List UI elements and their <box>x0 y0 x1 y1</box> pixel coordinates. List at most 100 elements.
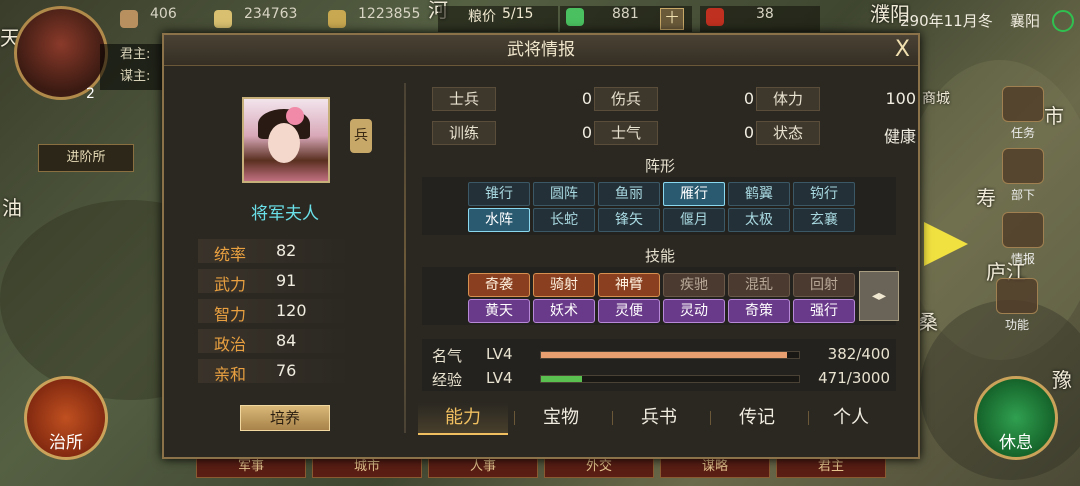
tab-biography[interactable]: 传记 <box>712 403 802 433</box>
fame-row: 名气 LV4 382/400 <box>432 343 902 365</box>
intel-button[interactable]: 情报 <box>998 212 1048 267</box>
tab-treasure[interactable]: 宝物 <box>516 403 606 433</box>
formation-chip[interactable]: 钩行 <box>793 182 855 206</box>
stat-row: 统率 82 <box>198 239 348 264</box>
skill-chip-disabled[interactable]: 混乱 <box>728 273 790 297</box>
skill-chip[interactable]: 强行 <box>793 299 855 323</box>
govern-label: 治所 <box>49 433 83 453</box>
general-info-dialog: 武将情报 X 兵 将军夫人 统率 82 武力 91 智力 120 政治 84 亲和 76 … <box>162 33 920 459</box>
train-button[interactable]: 培养 <box>240 405 330 431</box>
add-jade-button[interactable]: 十 <box>660 8 684 30</box>
attribute-label: 训练 <box>432 121 496 145</box>
resource-value: 1223855 <box>358 6 421 22</box>
formation-chip[interactable]: 鱼丽 <box>598 182 660 206</box>
formation-chip[interactable]: 鹤翼 <box>728 182 790 206</box>
strategist-label: 谋主: <box>120 69 151 84</box>
portrait-flower <box>286 107 304 125</box>
fame-bar-fill <box>541 352 788 358</box>
formation-chip[interactable]: 长蛇 <box>533 208 595 232</box>
exp-value: 471/3000 <box>818 369 890 387</box>
nav-military[interactable]: 军事 <box>196 456 306 478</box>
formation-chip-selected[interactable]: 雁行 <box>663 182 725 206</box>
formation-chip[interactable]: 锥行 <box>468 182 530 206</box>
nav-lord[interactable]: 君主 <box>776 456 886 478</box>
lord-label: 君主: <box>120 47 151 62</box>
stat-value: 76 <box>276 361 297 380</box>
stat-value: 91 <box>276 271 297 290</box>
stat-label: 武力 <box>214 275 247 294</box>
promote-hall-label: 进阶所 <box>66 150 106 165</box>
network-icon <box>1052 10 1074 32</box>
attribute-value: 0 <box>743 123 754 142</box>
grain-sack-icon <box>120 10 138 28</box>
skill-chip[interactable]: 神臂 <box>598 273 660 297</box>
skill-scroll-arrows-icon[interactable]: ◂▸ <box>859 271 899 321</box>
panel-divider <box>404 83 406 433</box>
nav-diplomacy[interactable]: 外交 <box>544 456 654 478</box>
troop-type-badge: 兵 <box>350 119 372 153</box>
promote-hall-button[interactable]: 进阶所 <box>38 144 134 172</box>
skills-title: 技能 <box>644 247 675 265</box>
attribute-stamina: 体力 100 <box>756 87 916 111</box>
formation-chip[interactable]: 太极 <box>728 208 790 232</box>
formation-chip[interactable]: 偃月 <box>663 208 725 232</box>
current-city: 襄阳 <box>1010 12 1041 30</box>
fame-value: 382/400 <box>827 345 890 363</box>
resource-value: 406 <box>150 6 177 22</box>
formation-chip-selected[interactable]: 水阵 <box>468 208 530 232</box>
lord-info-box: 君主: 谋主: <box>100 44 170 90</box>
attribute-training: 训练 0 <box>432 121 592 145</box>
fame-level: LV4 <box>486 345 513 363</box>
skill-chip[interactable]: 黄天 <box>468 299 530 323</box>
skill-chip[interactable]: 奇策 <box>728 299 790 323</box>
map-label: 油 <box>2 196 22 220</box>
function-icon <box>996 278 1038 314</box>
tab-separator <box>612 411 613 425</box>
stat-row: 政治 84 <box>198 329 348 354</box>
formation-chip[interactable]: 锋矢 <box>598 208 660 232</box>
map-label: 寿 <box>976 186 996 210</box>
dialog-title: 武将情报 <box>164 35 918 66</box>
jade-value: 881 <box>612 6 639 22</box>
skill-chip-disabled[interactable]: 回射 <box>793 273 855 297</box>
skill-chip-disabled[interactable]: 疾驰 <box>663 273 725 297</box>
tab-personal[interactable]: 个人 <box>806 403 896 433</box>
attribute-wounded: 伤兵 0 <box>594 87 754 111</box>
subordinate-icon <box>1002 148 1044 184</box>
attribute-morale: 士气 0 <box>594 121 754 145</box>
close-button[interactable]: X <box>895 37 910 62</box>
attribute-value: 100 <box>885 89 916 108</box>
grain-price-label: 粮价 <box>468 9 496 25</box>
attribute-value: 0 <box>743 89 754 108</box>
nav-personnel[interactable]: 人事 <box>428 456 538 478</box>
govern-button[interactable]: 治所 <box>24 376 108 460</box>
attribute-value: 健康 <box>883 127 916 146</box>
exp-bar-fill <box>541 376 582 382</box>
side-button-label: 功能 <box>1004 318 1029 332</box>
skill-chip[interactable]: 妖术 <box>533 299 595 323</box>
tab-ability[interactable]: 能力 <box>418 403 508 435</box>
skill-chip[interactable]: 奇袭 <box>468 273 530 297</box>
skill-chip[interactable]: 灵便 <box>598 299 660 323</box>
resource-value: 234763 <box>244 6 298 22</box>
formation-chip[interactable]: 圆阵 <box>533 182 595 206</box>
attribute-label: 体力 <box>756 87 820 111</box>
nav-strategy[interactable]: 谋略 <box>660 456 770 478</box>
formation-title: 阵形 <box>644 157 675 175</box>
skill-chip[interactable]: 灵动 <box>663 299 725 323</box>
skill-chip[interactable]: 骑射 <box>533 273 595 297</box>
subordinate-button[interactable]: 部下 <box>998 148 1048 203</box>
nav-city[interactable]: 城市 <box>312 456 422 478</box>
intel-icon <box>1002 212 1044 248</box>
stat-label: 智力 <box>214 305 247 324</box>
rest-button[interactable]: 休息 <box>974 376 1058 460</box>
formation-chip[interactable]: 玄襄 <box>793 208 855 232</box>
tab-military-book[interactable]: 兵书 <box>614 403 704 433</box>
function-button[interactable]: 功能 <box>992 278 1042 333</box>
mission-button[interactable]: 任务 <box>998 86 1048 141</box>
stat-value: 120 <box>276 301 307 320</box>
stat-row: 武力 91 <box>198 269 348 294</box>
side-button-label: 部下 <box>1010 188 1035 202</box>
stat-label: 政治 <box>214 335 247 354</box>
stat-value: 82 <box>276 241 297 260</box>
